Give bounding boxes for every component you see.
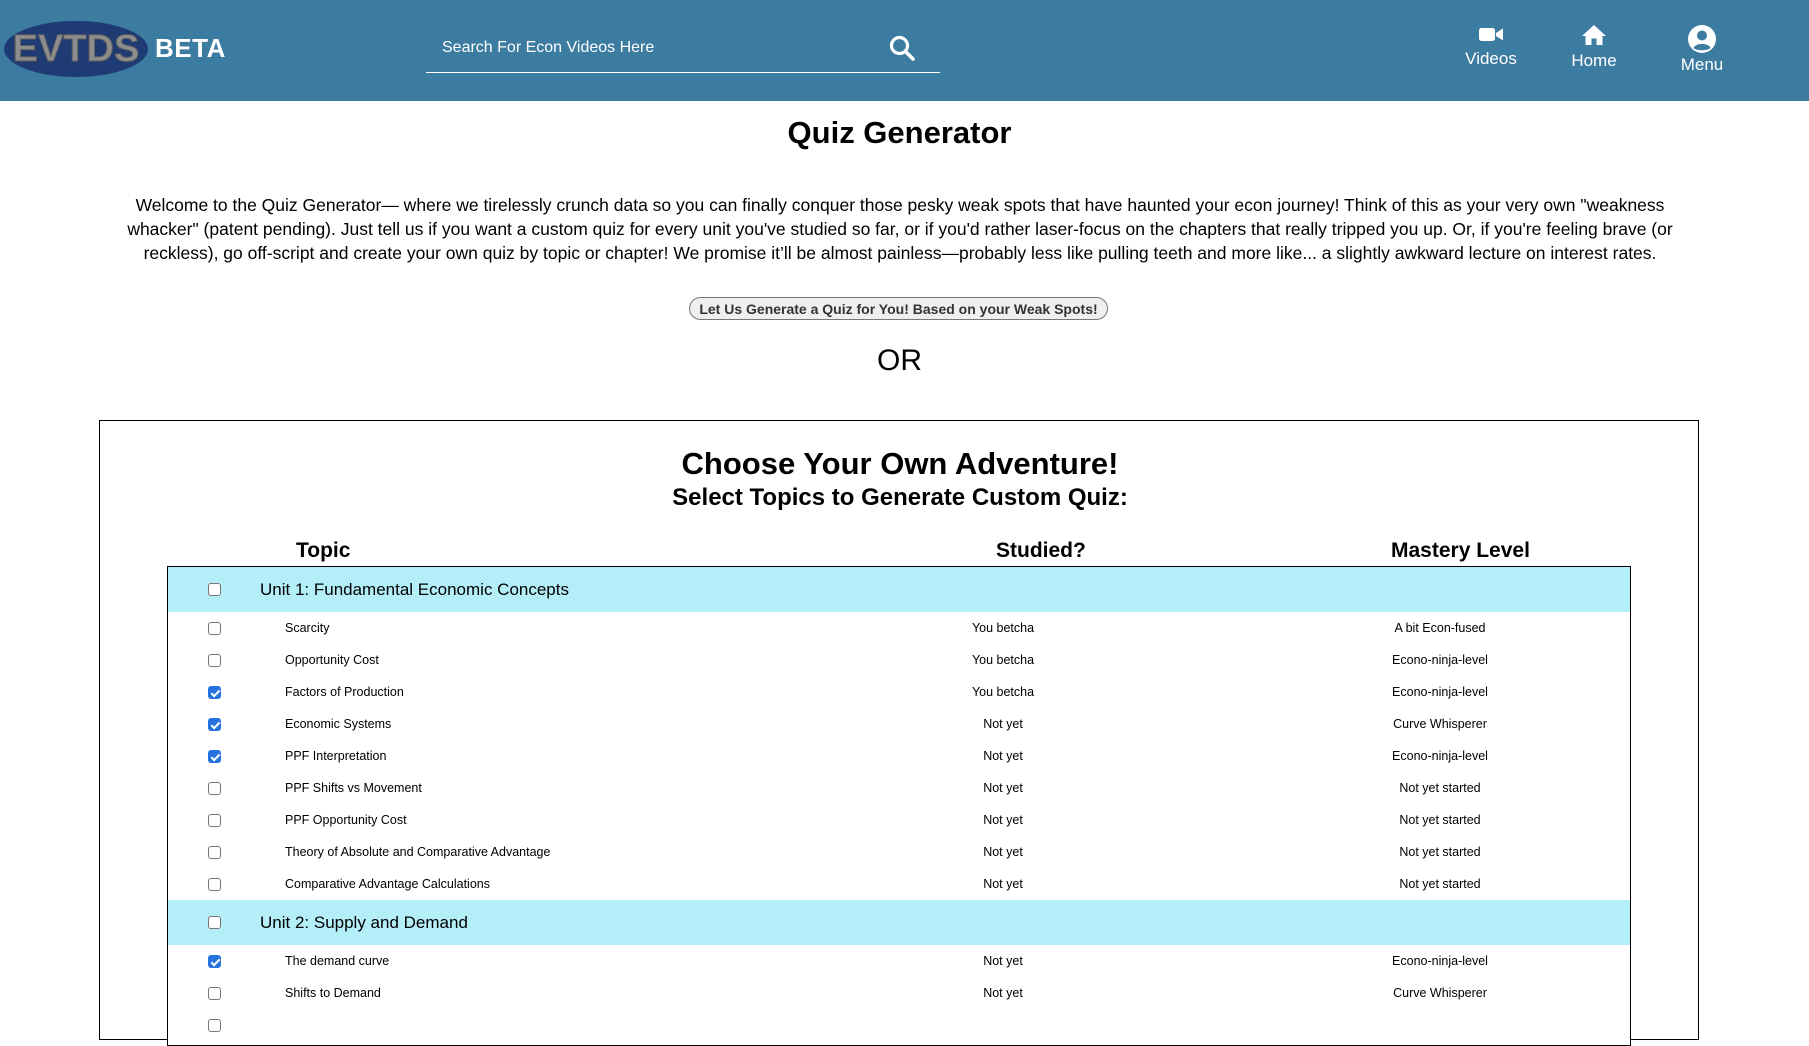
- topic-checkbox[interactable]: [208, 955, 221, 968]
- mastery-level: Not yet started: [1399, 845, 1481, 859]
- topic-row: PPF Opportunity Cost Not yet Not yet start…: [168, 804, 1630, 836]
- mastery-level: Not yet started: [1399, 813, 1481, 827]
- or-divider-text: OR: [877, 344, 922, 377]
- mastery-level: Curve Whisperer: [1393, 717, 1487, 731]
- unit-name: Unit 1: Fundamental Economic Concepts: [260, 580, 569, 599]
- topic-name: PPF Opportunity Cost: [285, 813, 407, 827]
- mastery-level: Econo-ninja-level: [1392, 685, 1488, 699]
- topic-row: Comparative Advantage Calculations Not ye…: [168, 868, 1630, 900]
- topic-checkbox[interactable]: [208, 782, 221, 795]
- unit-checkbox[interactable]: [208, 916, 221, 929]
- unit-checkbox[interactable]: [208, 583, 221, 596]
- mastery-level: Curve Whisperer: [1393, 986, 1487, 1000]
- studied-status: Not yet: [983, 749, 1023, 763]
- mastery-level: Not yet started: [1399, 877, 1481, 891]
- nav-menu-label: Menu: [1680, 55, 1724, 74]
- video-camera-icon: [1479, 28, 1503, 41]
- column-header-topic: Topic: [296, 539, 351, 562]
- topic-row: Shifts to Demand Not yet Curve Whisperer: [168, 977, 1630, 1009]
- nav-videos-label: Videos: [1465, 49, 1517, 68]
- home-icon: [1582, 25, 1606, 45]
- topic-checkbox[interactable]: [208, 654, 221, 667]
- mastery-level: A bit Econ-fused: [1394, 621, 1486, 635]
- studied-status: Not yet: [983, 845, 1023, 859]
- studied-status: Not yet: [983, 813, 1023, 827]
- topic-name: Economic Systems: [285, 717, 392, 731]
- topic-checkbox[interactable]: [208, 686, 221, 699]
- studied-status: Not yet: [983, 781, 1023, 795]
- topic-checkbox[interactable]: [208, 987, 221, 1000]
- topic-name: Scarcity: [285, 621, 330, 635]
- search-icon[interactable]: [888, 34, 916, 62]
- topic-name: Opportunity Cost: [285, 653, 379, 667]
- studied-status: Not yet: [983, 717, 1023, 731]
- topic-row: PPF Shifts vs Movement Not yet Not yet sta…: [168, 772, 1630, 804]
- topic-checkbox[interactable]: [208, 750, 221, 763]
- topic-checkbox[interactable]: [208, 622, 221, 635]
- topic-name: PPF Shifts vs Movement: [285, 781, 422, 795]
- search-input[interactable]: [426, 26, 866, 70]
- topic-row: [168, 1009, 1630, 1041]
- topic-checkbox[interactable]: [208, 1019, 221, 1032]
- generate-weak-spots-quiz-button[interactable]: Let Us Generate a Quiz for You! Based on…: [689, 297, 1108, 320]
- studied-status: Not yet: [983, 986, 1023, 1000]
- topic-row: Theory of Absolute and Comparative Advan…: [168, 836, 1630, 868]
- topic-name: The demand curve: [285, 954, 390, 968]
- mastery-level: Econo-ninja-level: [1392, 749, 1488, 763]
- search-bar: [426, 26, 940, 73]
- custom-quiz-panel: Choose Your Own Adventure! Select Topics…: [99, 420, 1699, 1046]
- unit-name: Unit 2: Supply and Demand: [260, 913, 468, 932]
- studied-status: You betcha: [971, 621, 1035, 635]
- topic-checkbox[interactable]: [208, 718, 221, 731]
- mastery-level: Econo-ninja-level: [1392, 954, 1488, 968]
- topic-checkbox[interactable]: [208, 846, 221, 859]
- page-title: Quiz Generator: [787, 115, 1012, 150]
- topic-name: PPF Interpretation: [285, 749, 387, 763]
- studied-status: You betcha: [971, 653, 1035, 667]
- unit-row: Unit 2: Supply and Demand: [168, 900, 1630, 945]
- top-header: EVTDS BETA Videos Home Menu: [0, 0, 1809, 101]
- column-header-mastery: Mastery Level: [1391, 539, 1530, 562]
- topic-name: Factors of Production: [285, 685, 404, 699]
- topic-checkbox[interactable]: [208, 878, 221, 891]
- topic-row: The demand curve Not yet Econo-ninja-level: [168, 945, 1630, 977]
- studied-status: Not yet: [983, 877, 1023, 891]
- user-circle-icon: [1688, 25, 1716, 53]
- studied-status: You betcha: [971, 685, 1035, 699]
- unit-row: Unit 1: Fundamental Economic Concepts: [168, 567, 1630, 612]
- beta-label: BETA: [155, 33, 226, 63]
- topic-name: Theory of Absolute and Comparative Advan…: [285, 845, 551, 859]
- adventure-title: Choose Your Own Adventure!: [681, 446, 1119, 481]
- topic-row: Opportunity Cost You betcha Econo-ninja-le…: [168, 644, 1630, 676]
- topics-table: Unit 1: Fundamental Economic Concepts Sca…: [167, 566, 1631, 1046]
- mastery-level: Econo-ninja-level: [1392, 653, 1488, 667]
- topic-checkbox[interactable]: [208, 814, 221, 827]
- mastery-level: Not yet started: [1399, 781, 1481, 795]
- adventure-subtitle: Select Topics to Generate Custom Quiz:: [672, 484, 1128, 511]
- logo-text: EVTDS: [13, 28, 140, 70]
- evtds-logo[interactable]: EVTDS: [2, 19, 150, 79]
- studied-status: Not yet: [983, 954, 1023, 968]
- topic-name: Shifts to Demand: [285, 986, 381, 1000]
- nav-videos[interactable]: Videos: [1446, 24, 1536, 69]
- intro-paragraph: Welcome to the Quiz Generator— where we …: [127, 195, 1673, 263]
- nav-home[interactable]: Home: [1549, 24, 1639, 71]
- nav-home-label: Home: [1571, 51, 1617, 70]
- topic-row: Economic Systems Not yet Curve Whisperer: [168, 708, 1630, 740]
- topic-row: Factors of Production You betcha Econo-nin…: [168, 676, 1630, 708]
- topic-row: Scarcity You betcha A bit Econ-fused: [168, 612, 1630, 644]
- nav-menu[interactable]: Menu: [1657, 24, 1747, 75]
- topic-row: PPF Interpretation Not yet Econo-ninja-lev…: [168, 740, 1630, 772]
- topic-name: Comparative Advantage Calculations: [285, 877, 490, 891]
- column-header-studied: Studied?: [996, 539, 1086, 562]
